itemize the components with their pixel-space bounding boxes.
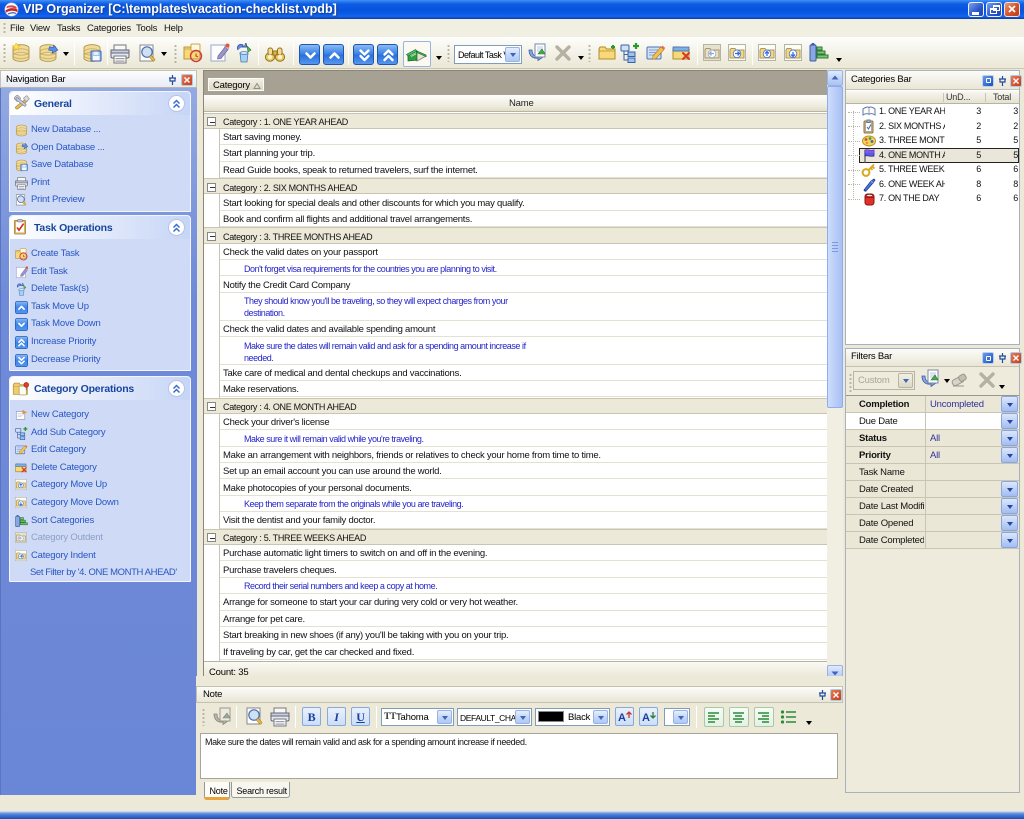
svg-text:A: A	[642, 712, 650, 724]
svg-text:A: A	[618, 712, 626, 724]
